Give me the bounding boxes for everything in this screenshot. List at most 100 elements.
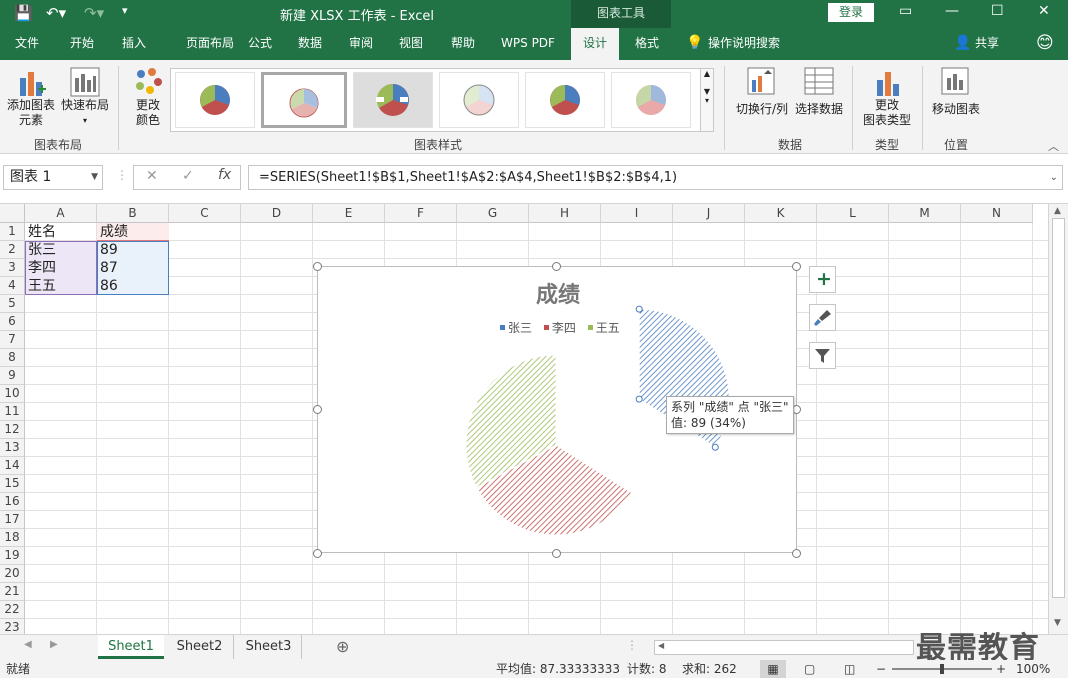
column-header-E[interactable]: E: [313, 204, 385, 223]
column-header-J[interactable]: J: [673, 204, 745, 223]
scroll-up-icon[interactable]: ▲: [1054, 206, 1061, 216]
row-header-6[interactable]: 6: [0, 313, 25, 331]
cell-B1[interactable]: 成绩: [98, 223, 128, 241]
column-header-N[interactable]: N: [961, 204, 1033, 223]
resize-handle-b[interactable]: [552, 549, 561, 558]
row-header-3[interactable]: 3: [0, 259, 25, 277]
name-box[interactable]: 图表 1 ▼: [3, 165, 103, 190]
tab-review[interactable]: 审阅: [340, 28, 382, 60]
select-all-corner[interactable]: [0, 204, 25, 223]
row-header-1[interactable]: 1: [0, 223, 25, 241]
row-header-7[interactable]: 7: [0, 331, 25, 349]
chart-filters-button[interactable]: [809, 342, 836, 369]
row-header-22[interactable]: 22: [0, 601, 25, 619]
move-chart-button[interactable]: 移动图表: [928, 66, 984, 134]
normal-view-icon[interactable]: ▦: [760, 660, 786, 678]
add-sheet-icon[interactable]: ⊕: [336, 637, 349, 656]
cell-B4[interactable]: 86: [98, 277, 118, 295]
row-header-14[interactable]: 14: [0, 457, 25, 475]
tab-wps-pdf[interactable]: WPS PDF: [494, 28, 562, 60]
column-header-H[interactable]: H: [529, 204, 601, 223]
undo-icon[interactable]: ↶▾: [46, 4, 66, 22]
horizontal-scrollbar[interactable]: ◀: [654, 640, 914, 655]
chart-style-3[interactable]: [353, 72, 433, 128]
page-break-view-icon[interactable]: ◫: [844, 660, 855, 678]
row-header-23[interactable]: 23: [0, 619, 25, 634]
scroll-down-icon[interactable]: ▼: [1054, 618, 1061, 628]
share-button[interactable]: 共享: [972, 28, 1002, 60]
redo-icon[interactable]: ↷▾: [84, 4, 104, 22]
vertical-scroll-thumb[interactable]: [1052, 218, 1065, 598]
maximize-icon[interactable]: ☐: [991, 3, 1004, 19]
row-header-2[interactable]: 2: [0, 241, 25, 259]
add-chart-element-button[interactable]: 添加图表 元素: [4, 66, 58, 134]
column-header-M[interactable]: M: [889, 204, 961, 223]
cancel-formula-icon[interactable]: ✕: [146, 168, 158, 184]
change-chart-type-button[interactable]: 更改 图表类型: [858, 66, 916, 134]
cell-A1[interactable]: 姓名: [26, 223, 56, 241]
expand-formula-icon[interactable]: ⌄: [1050, 166, 1058, 189]
ribbon-display-icon[interactable]: ▭: [899, 3, 912, 19]
row-header-19[interactable]: 19: [0, 547, 25, 565]
name-box-dropdown-icon[interactable]: ▼: [91, 166, 98, 189]
close-icon[interactable]: ✕: [1038, 3, 1050, 19]
chart-title[interactable]: 成绩: [318, 277, 798, 309]
tab-formulas[interactable]: 公式: [240, 28, 280, 60]
row-header-5[interactable]: 5: [0, 295, 25, 313]
column-header-C[interactable]: C: [169, 204, 241, 223]
page-layout-view-icon[interactable]: ▢: [804, 660, 815, 678]
resize-handle-l[interactable]: [313, 405, 322, 414]
row-header-17[interactable]: 17: [0, 511, 25, 529]
quick-layout-button[interactable]: 快速布局 ▾: [60, 66, 110, 134]
change-colors-button[interactable]: 更改 颜色: [126, 66, 170, 134]
zoom-slider-thumb[interactable]: [940, 664, 944, 674]
tab-view[interactable]: 视图: [390, 28, 432, 60]
zoom-level[interactable]: 100%: [1016, 660, 1050, 678]
row-header-13[interactable]: 13: [0, 439, 25, 457]
chart-style-6[interactable]: [611, 72, 691, 128]
switch-row-column-button[interactable]: 切换行/列: [732, 66, 792, 134]
scroll-sheets-left-icon[interactable]: ◀: [24, 639, 32, 650]
tab-format[interactable]: 格式: [624, 28, 670, 60]
sheet-tab-sheet1[interactable]: Sheet1: [98, 635, 164, 659]
cell-B3[interactable]: 87: [98, 259, 118, 277]
collapse-ribbon-icon[interactable]: ︿: [1048, 138, 1059, 154]
tab-data[interactable]: 数据: [290, 28, 330, 60]
sheet-tab-sheet3[interactable]: Sheet3: [236, 635, 302, 659]
minimize-icon[interactable]: —: [945, 3, 959, 19]
column-header-D[interactable]: D: [241, 204, 313, 223]
column-header-A[interactable]: A: [25, 204, 97, 223]
sheet-tab-sheet2[interactable]: Sheet2: [166, 635, 234, 659]
column-header-I[interactable]: I: [601, 204, 673, 223]
row-header-11[interactable]: 11: [0, 403, 25, 421]
zoom-out-icon[interactable]: −: [876, 660, 886, 678]
resize-handle-tr[interactable]: [792, 262, 801, 271]
tab-design[interactable]: 设计: [571, 28, 619, 60]
scroll-left-icon[interactable]: ◀: [658, 641, 664, 650]
column-header-K[interactable]: K: [745, 204, 817, 223]
resize-handle-t[interactable]: [552, 262, 561, 271]
tab-insert[interactable]: 插入: [112, 28, 156, 60]
scroll-sheets-right-icon[interactable]: ▶: [50, 639, 58, 650]
chart-style-1[interactable]: [175, 72, 255, 128]
formula-input[interactable]: =SERIES(Sheet1!$B$1,Sheet1!$A$2:$A$4,She…: [248, 165, 1063, 190]
cell-A4[interactable]: 王五: [26, 277, 56, 295]
tell-me-search[interactable]: 操作说明搜索: [708, 28, 794, 60]
enter-formula-icon[interactable]: ✓: [182, 168, 194, 184]
row-header-4[interactable]: 4: [0, 277, 25, 295]
tab-home[interactable]: 开始: [60, 28, 104, 60]
chart-style-4[interactable]: [439, 72, 519, 128]
cell-A3[interactable]: 李四: [26, 259, 56, 277]
chart-elements-button[interactable]: +: [809, 266, 836, 293]
save-icon[interactable]: 💾: [14, 4, 33, 22]
zoom-slider[interactable]: [892, 664, 992, 674]
vertical-scrollbar[interactable]: ▲ ▼: [1048, 204, 1068, 634]
tab-help[interactable]: 帮助: [442, 28, 484, 60]
smiley-feedback-icon[interactable]: 😊: [1036, 33, 1054, 53]
cell-A2[interactable]: 张三: [26, 241, 56, 259]
column-header-G[interactable]: G: [457, 204, 529, 223]
resize-handle-br[interactable]: [792, 549, 801, 558]
customize-quick-access-icon[interactable]: ▾: [122, 4, 128, 17]
column-header-B[interactable]: B: [97, 204, 169, 223]
insert-function-icon[interactable]: fx: [218, 167, 231, 183]
